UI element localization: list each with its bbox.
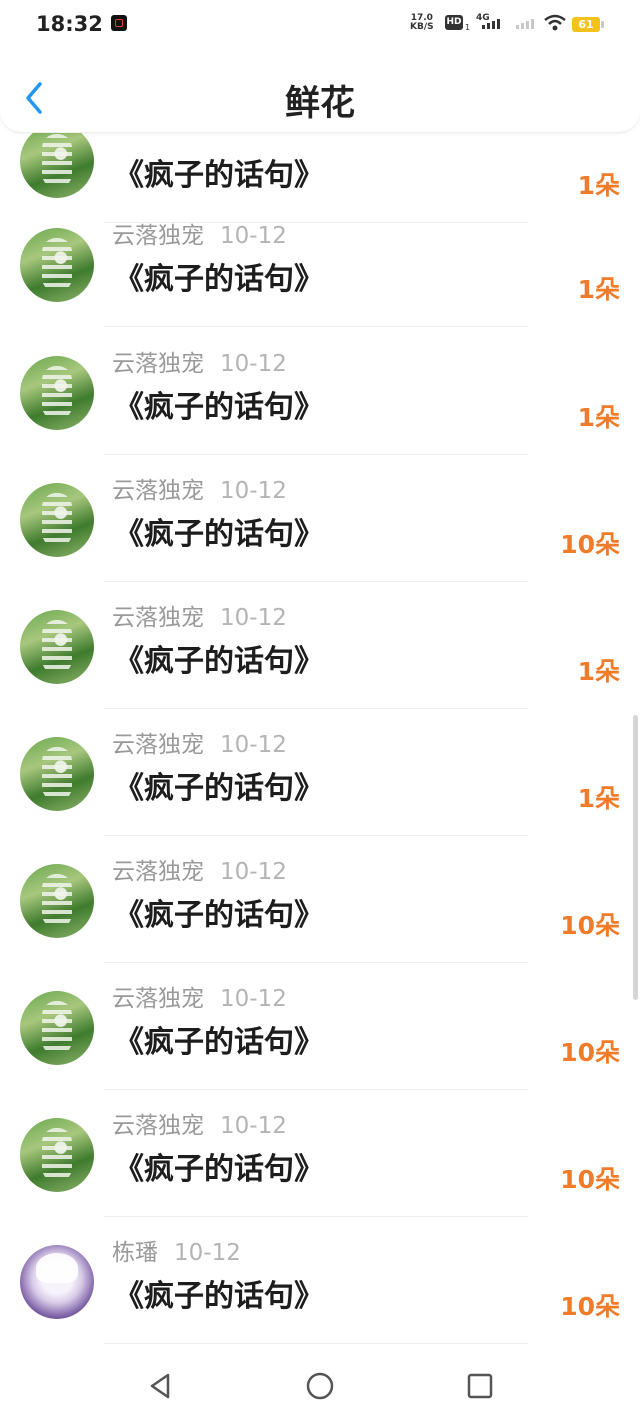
item-meta: 栋璠 10-12 bbox=[112, 1233, 241, 1267]
list-item[interactable]: 云落独宠 10-12 《疯子的话句》 1朵 bbox=[0, 582, 640, 709]
user-avatar[interactable] bbox=[20, 864, 94, 938]
flower-count: 1朵 bbox=[577, 275, 620, 304]
user-name[interactable]: 云落独宠 bbox=[112, 223, 204, 249]
work-title: 《疯子的话句》 bbox=[114, 517, 324, 552]
item-meta: 云落独宠 10-12 bbox=[112, 725, 287, 759]
clock: 18:32 bbox=[36, 12, 103, 36]
user-name[interactable]: 云落独宠 bbox=[112, 605, 204, 631]
date: 10-12 bbox=[220, 605, 287, 631]
divider bbox=[104, 326, 528, 327]
flower-count: 1朵 bbox=[577, 784, 620, 813]
triangle-back-icon[interactable] bbox=[144, 1370, 176, 1402]
date: 10-12 bbox=[220, 732, 287, 758]
work-title: 《疯子的话句》 bbox=[114, 158, 324, 193]
work-title: 《疯子的话句》 bbox=[114, 390, 324, 425]
flower-count: 10朵 bbox=[560, 1292, 620, 1321]
user-name[interactable]: 云落独宠 bbox=[112, 1113, 204, 1139]
hd-icon: HD bbox=[445, 15, 463, 30]
list-item[interactable]: 云落独宠 10-12 《疯子的话句》 1朵 bbox=[0, 709, 640, 836]
circle-home-icon[interactable] bbox=[304, 1370, 336, 1402]
list-item[interactable]: 云落独宠 10-12 《疯子的话句》 10朵 bbox=[0, 836, 640, 963]
user-name[interactable]: 栋璠 bbox=[112, 1240, 158, 1266]
item-meta: 云落独宠 10-12 bbox=[112, 344, 287, 378]
flower-count: 1朵 bbox=[577, 657, 620, 686]
user-avatar[interactable] bbox=[20, 1118, 94, 1192]
user-avatar[interactable] bbox=[20, 1245, 94, 1319]
scrollbar[interactable] bbox=[633, 715, 638, 1000]
user-name[interactable]: 云落独宠 bbox=[112, 859, 204, 885]
user-avatar[interactable] bbox=[20, 228, 94, 302]
work-title: 《疯子的话句》 bbox=[114, 771, 324, 806]
item-meta: 云落独宠 10-12 bbox=[112, 852, 287, 886]
item-meta: 云落独宠 10-12 bbox=[112, 216, 287, 250]
list-item[interactable]: 云落独宠 10-12 《疯子的话句》 10朵 bbox=[0, 1090, 640, 1217]
item-meta: 云落独宠 10-12 bbox=[112, 598, 287, 632]
user-avatar[interactable] bbox=[20, 356, 94, 430]
screen-record-icon bbox=[111, 15, 127, 31]
net-speed: 17.0 KB/S bbox=[410, 14, 434, 32]
date: 10-12 bbox=[174, 1240, 241, 1266]
user-name[interactable]: 云落独宠 bbox=[112, 732, 204, 758]
item-meta: 云落独宠 10-12 bbox=[112, 471, 287, 505]
work-title: 《疯子的话句》 bbox=[114, 1025, 324, 1060]
signal-icon bbox=[482, 19, 500, 29]
item-meta: 云落独宠 10-12 bbox=[112, 1106, 287, 1140]
user-name[interactable]: 云落独宠 bbox=[112, 986, 204, 1012]
flower-record-list[interactable]: 《疯子的话句》 1朵 云落独宠 10-12 《疯子的话句》 1朵 云落独宠 10-1… bbox=[0, 0, 640, 1352]
date: 10-12 bbox=[220, 478, 287, 504]
date: 10-12 bbox=[220, 986, 287, 1012]
user-avatar[interactable] bbox=[20, 737, 94, 811]
user-name[interactable]: 云落独宠 bbox=[112, 478, 204, 504]
list-item[interactable]: 栋璠 10-12 《疯子的话句》 10朵 bbox=[0, 1217, 640, 1344]
list-item[interactable]: 云落独宠 10-12 《疯子的话句》 1朵 bbox=[0, 328, 640, 455]
list-item[interactable]: 云落独宠 10-12 《疯子的话句》 1朵 bbox=[0, 200, 640, 327]
work-title: 《疯子的话句》 bbox=[114, 1152, 324, 1187]
flower-count: 10朵 bbox=[560, 911, 620, 940]
user-avatar[interactable] bbox=[20, 124, 94, 198]
system-nav-bar bbox=[0, 1352, 640, 1422]
date: 10-12 bbox=[220, 223, 287, 249]
date: 10-12 bbox=[220, 859, 287, 885]
flower-count: 1朵 bbox=[577, 403, 620, 432]
net-speed-unit: KB/S bbox=[410, 22, 434, 32]
hd-sim-index: 1 bbox=[465, 23, 471, 32]
divider bbox=[104, 1343, 528, 1344]
user-avatar[interactable] bbox=[20, 991, 94, 1065]
flower-count: 10朵 bbox=[560, 1165, 620, 1194]
work-title: 《疯子的话句》 bbox=[114, 644, 324, 679]
work-title: 《疯子的话句》 bbox=[114, 898, 324, 933]
list-item[interactable]: 云落独宠 10-12 《疯子的话句》 10朵 bbox=[0, 455, 640, 582]
page-title: 鲜花 bbox=[284, 84, 355, 124]
user-avatar[interactable] bbox=[20, 610, 94, 684]
flower-count: 1朵 bbox=[577, 171, 620, 200]
date: 10-12 bbox=[220, 351, 287, 377]
work-title: 《疯子的话句》 bbox=[114, 1279, 324, 1314]
square-recents-icon[interactable] bbox=[464, 1370, 496, 1402]
signal-icon-sim2 bbox=[516, 19, 534, 29]
list-item[interactable]: 云落独宠 10-12 《疯子的话句》 10朵 bbox=[0, 963, 640, 1090]
flower-count: 10朵 bbox=[560, 1038, 620, 1067]
user-name[interactable]: 云落独宠 bbox=[112, 351, 204, 377]
wifi-icon bbox=[544, 14, 566, 31]
date: 10-12 bbox=[220, 1113, 287, 1139]
user-avatar[interactable] bbox=[20, 483, 94, 557]
status-bar: 18:32 17.0 KB/S HD 1 4G 61 bbox=[0, 0, 640, 48]
work-title: 《疯子的话句》 bbox=[114, 262, 324, 297]
battery-icon: 61 bbox=[572, 17, 604, 32]
item-meta: 云落独宠 10-12 bbox=[112, 979, 287, 1013]
flower-count: 10朵 bbox=[560, 530, 620, 559]
top-app-bar: 鲜花 bbox=[0, 48, 640, 133]
